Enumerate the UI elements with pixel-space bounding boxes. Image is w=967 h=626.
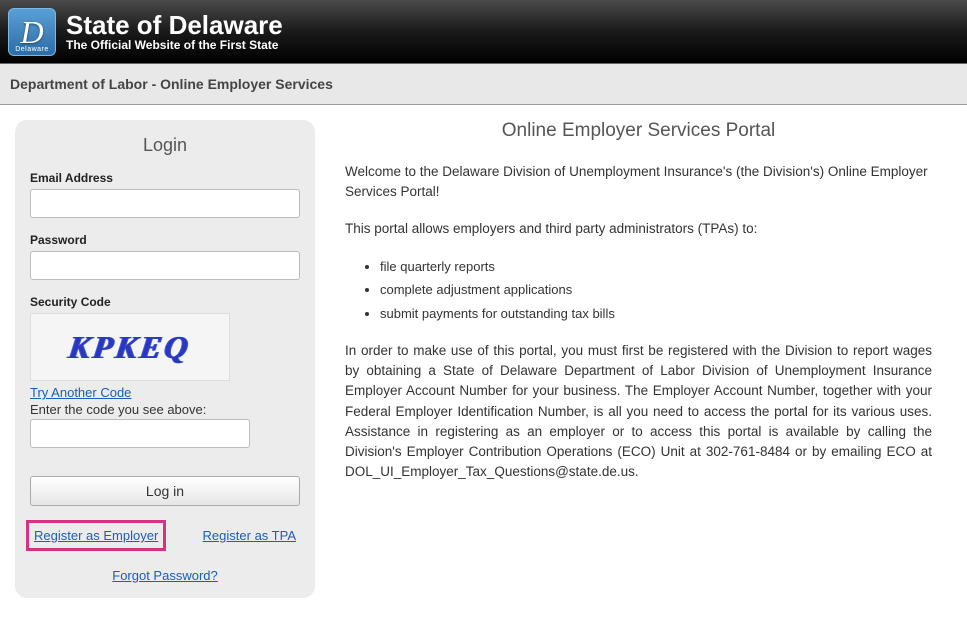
login-button[interactable]: Log in: [30, 476, 300, 506]
logo-letter: D: [20, 16, 43, 48]
list-item: submit payments for outstanding tax bill…: [380, 302, 932, 325]
department-bar: Department of Labor - Online Employer Se…: [0, 64, 967, 105]
portal-title: Online Employer Services Portal: [345, 120, 932, 142]
security-code-input[interactable]: [30, 419, 250, 448]
delaware-logo-icon: D Delaware: [8, 8, 56, 56]
password-input[interactable]: [30, 251, 300, 280]
state-banner: D Delaware State of Delaware The Officia…: [0, 0, 967, 64]
enter-code-instruction: Enter the code you see above:: [30, 402, 300, 417]
register-employer-link[interactable]: Register as Employer: [34, 528, 158, 543]
captcha-text: KPKEQ: [67, 329, 194, 366]
email-label: Email Address: [30, 171, 300, 185]
allows-paragraph: This portal allows employers and third p…: [345, 219, 932, 239]
login-title: Login: [30, 135, 300, 156]
portal-content: Online Employer Services Portal Welcome …: [345, 120, 952, 598]
logo-state-name: Delaware: [15, 46, 49, 53]
register-employer-highlight: Register as Employer: [26, 520, 166, 551]
list-item: file quarterly reports: [380, 255, 932, 278]
register-tpa-link[interactable]: Register as TPA: [203, 528, 296, 543]
captcha-image: KPKEQ: [30, 313, 230, 381]
email-input[interactable]: [30, 189, 300, 218]
try-another-code-link[interactable]: Try Another Code: [30, 385, 131, 400]
body-paragraph: In order to make use of this portal, you…: [345, 341, 932, 483]
banner-title: State of Delaware: [66, 11, 283, 40]
forgot-password-link[interactable]: Forgot Password?: [112, 568, 218, 583]
login-panel: Login Email Address Password Security Co…: [15, 120, 315, 598]
banner-subtitle: The Official Website of the First State: [66, 38, 283, 52]
welcome-paragraph: Welcome to the Delaware Division of Unem…: [345, 162, 932, 203]
security-code-label: Security Code: [30, 295, 300, 309]
list-item: complete adjustment applications: [380, 278, 932, 301]
features-list: file quarterly reports complete adjustme…: [380, 255, 932, 325]
password-label: Password: [30, 233, 300, 247]
